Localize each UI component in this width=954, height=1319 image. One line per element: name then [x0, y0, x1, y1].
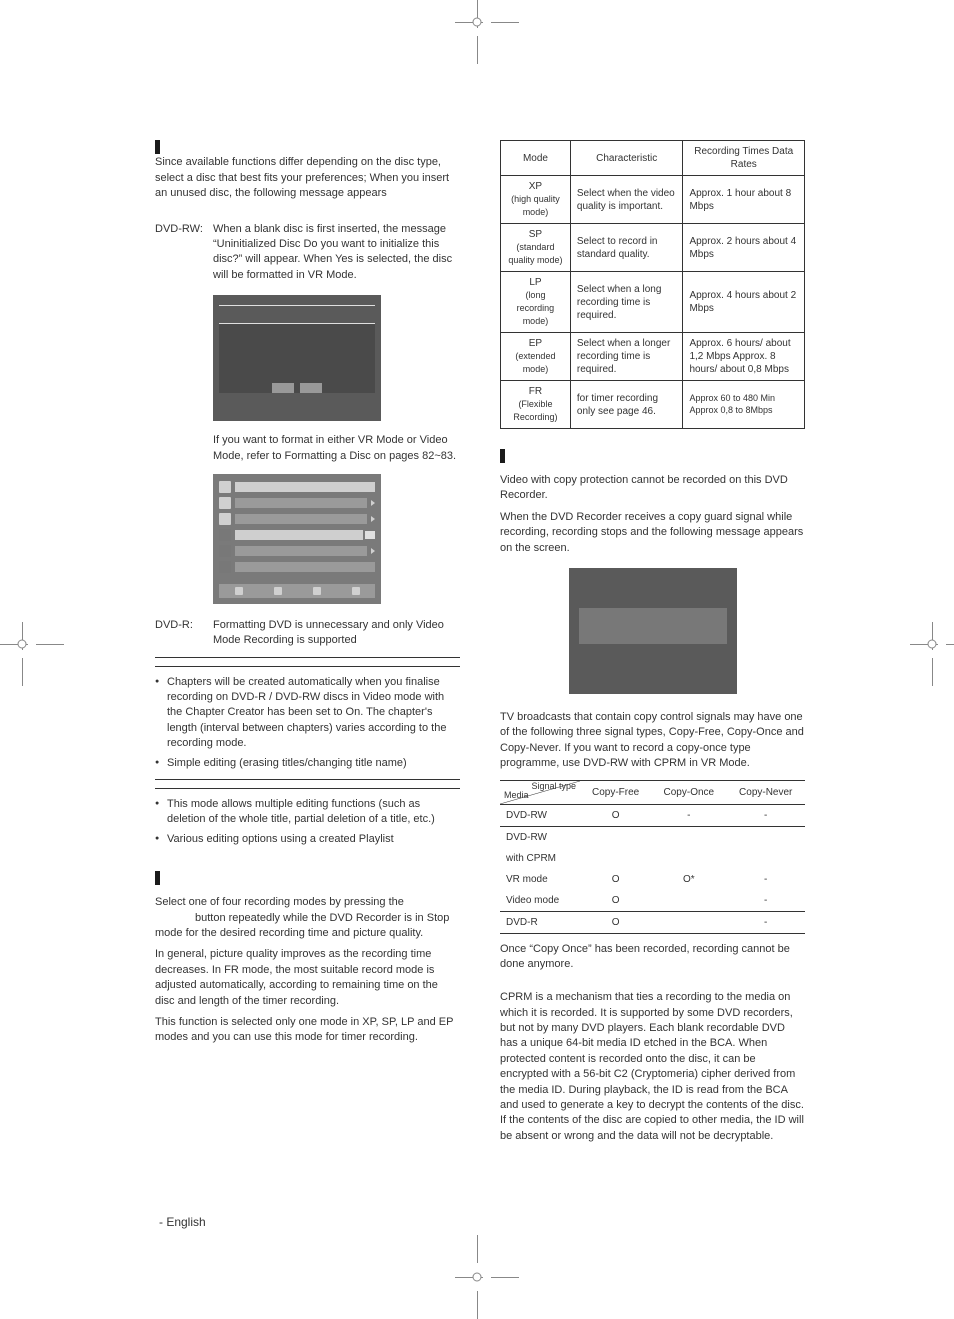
page-footer: - English — [155, 1215, 206, 1229]
cprm-para: CPRM is a mechanism that ties a recordin… — [500, 990, 805, 1144]
copy-protect-text-1: Video with copy protection cannot be rec… — [500, 473, 805, 504]
table-row: Video mode O - — [500, 890, 805, 912]
rec-text-1: Select one of four recording modes by pr… — [155, 896, 404, 908]
table-row: DVD-RW O - - — [500, 804, 805, 826]
copy-guard-screenshot — [569, 568, 737, 694]
table-row: with CPRM — [500, 848, 805, 869]
rec-text-3: In general, picture quality improves as … — [155, 947, 460, 1009]
video-mode-bullets: Chapters will be created automatically w… — [155, 675, 460, 771]
table-header: Mode — [501, 141, 571, 176]
footer-language: - English — [159, 1215, 206, 1229]
section-marker — [155, 871, 160, 885]
table-row: VR mode O O* - — [500, 869, 805, 890]
list-item: Chapters will be created automatically w… — [155, 675, 460, 752]
dvdr-text: Formatting DVD is unnecessary and only V… — [213, 618, 460, 649]
recording-modes-table: Mode Characteristic Recording Times Data… — [500, 140, 805, 429]
table-header: Copy-Once — [651, 780, 726, 804]
signals-para: TV broadcasts that contain copy control … — [500, 710, 805, 772]
list-item: Simple editing (erasing titles/changing … — [155, 756, 460, 771]
copy-once-note: Once “Copy Once” has been recorded, reco… — [500, 942, 805, 973]
copy-protection-section — [500, 449, 805, 463]
table-row: FR(Flexible Recording) for timer recordi… — [501, 381, 805, 429]
copy-signals-table: Signal type Media Copy-Free Copy-Once Co… — [500, 780, 805, 934]
rec-text-4: This function is selected only one mode … — [155, 1015, 460, 1046]
separator — [155, 788, 460, 789]
vr-note: If you want to format in either VR Mode … — [213, 433, 460, 464]
table-row: DVD-RW — [500, 826, 805, 848]
list-item: This mode allows multiple editing functi… — [155, 797, 460, 828]
table-header: Characteristic — [570, 141, 683, 176]
separator — [155, 657, 460, 658]
dialog-no-button-mock — [300, 383, 322, 393]
table-header: Copy-Never — [726, 780, 805, 804]
dvdrw-text: When a blank disc is first inserted, the… — [213, 222, 460, 284]
table-row: XP(high quality mode) Select when the vi… — [501, 176, 805, 224]
table-row: SP(standard quality mode) Select to reco… — [501, 224, 805, 272]
section-marker — [500, 449, 505, 463]
dvdrw-row: DVD-RW: When a blank disc is first inser… — [155, 222, 460, 284]
table-row: DVD-R O - — [500, 911, 805, 933]
disc-manager-screenshot — [213, 474, 381, 604]
separator — [155, 666, 460, 667]
dvdr-label: DVD-R: — [155, 618, 213, 649]
init-dialog-screenshot — [213, 295, 381, 421]
dvdr-row: DVD-R: Formatting DVD is unnecessary and… — [155, 618, 460, 649]
dvdrw-label: DVD-RW: — [155, 222, 213, 284]
intro-text: Since available functions differ dependi… — [155, 156, 449, 199]
rec-intro: Select one of four recording modes by pr… — [155, 895, 460, 941]
table-row: LP(long recording mode) Select when a lo… — [501, 272, 805, 333]
separator — [155, 779, 460, 780]
intro-section: Since available functions differ dependi… — [155, 140, 460, 202]
rec-text-2: button repeatedly while the DVD Recorder… — [155, 912, 449, 939]
diag-header: Signal type Media — [500, 780, 580, 804]
table-header: Recording Times Data Rates — [683, 141, 805, 176]
section-marker — [155, 140, 160, 154]
vr-mode-bullets: This mode allows multiple editing functi… — [155, 797, 460, 847]
dialog-yes-button-mock — [272, 383, 294, 393]
table-row: EP(extended mode) Select when a longer r… — [501, 333, 805, 381]
table-header: Copy-Free — [580, 780, 651, 804]
list-item: Various editing options using a created … — [155, 832, 460, 847]
recording-mode-section — [155, 871, 460, 885]
copy-protect-text-2: When the DVD Recorder receives a copy gu… — [500, 510, 805, 556]
